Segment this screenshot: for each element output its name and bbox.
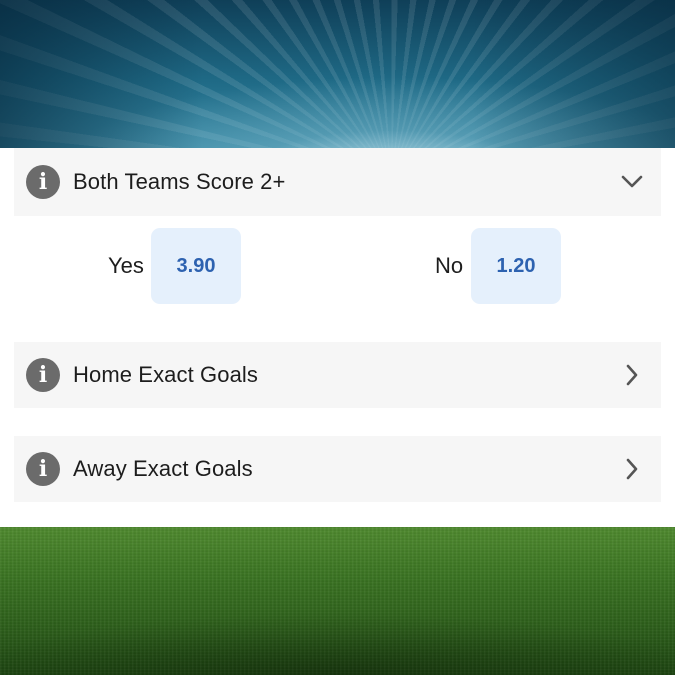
- selection-label-yes: Yes: [108, 253, 144, 278]
- chevron-right-icon[interactable]: [621, 458, 643, 480]
- grass-background-image: [0, 527, 675, 675]
- market-header-away-exact-goals[interactable]: i Away Exact Goals: [14, 436, 661, 502]
- odds-button-no[interactable]: 1.20: [471, 228, 561, 304]
- chevron-right-icon[interactable]: [621, 364, 643, 386]
- hero-banner-image: [0, 0, 675, 148]
- market-title: Away Exact Goals: [73, 456, 253, 481]
- odds-button-yes[interactable]: 3.90: [151, 228, 241, 304]
- market-header-home-exact-goals[interactable]: i Home Exact Goals: [14, 342, 661, 408]
- markets-panel: i Both Teams Score 2+ Yes 3.90 No 1.20 i…: [0, 148, 675, 527]
- info-icon[interactable]: i: [26, 452, 60, 486]
- info-icon[interactable]: i: [26, 165, 60, 199]
- market-header-both-teams-score[interactable]: i Both Teams Score 2+: [14, 148, 661, 216]
- market-title: Home Exact Goals: [73, 362, 259, 387]
- selections-row: Yes 3.90 No 1.20: [0, 228, 675, 304]
- chevron-down-icon[interactable]: [621, 171, 643, 193]
- selection-label-no: No: [435, 253, 464, 278]
- market-title: Both Teams Score 2+: [73, 169, 286, 194]
- info-icon[interactable]: i: [26, 358, 60, 392]
